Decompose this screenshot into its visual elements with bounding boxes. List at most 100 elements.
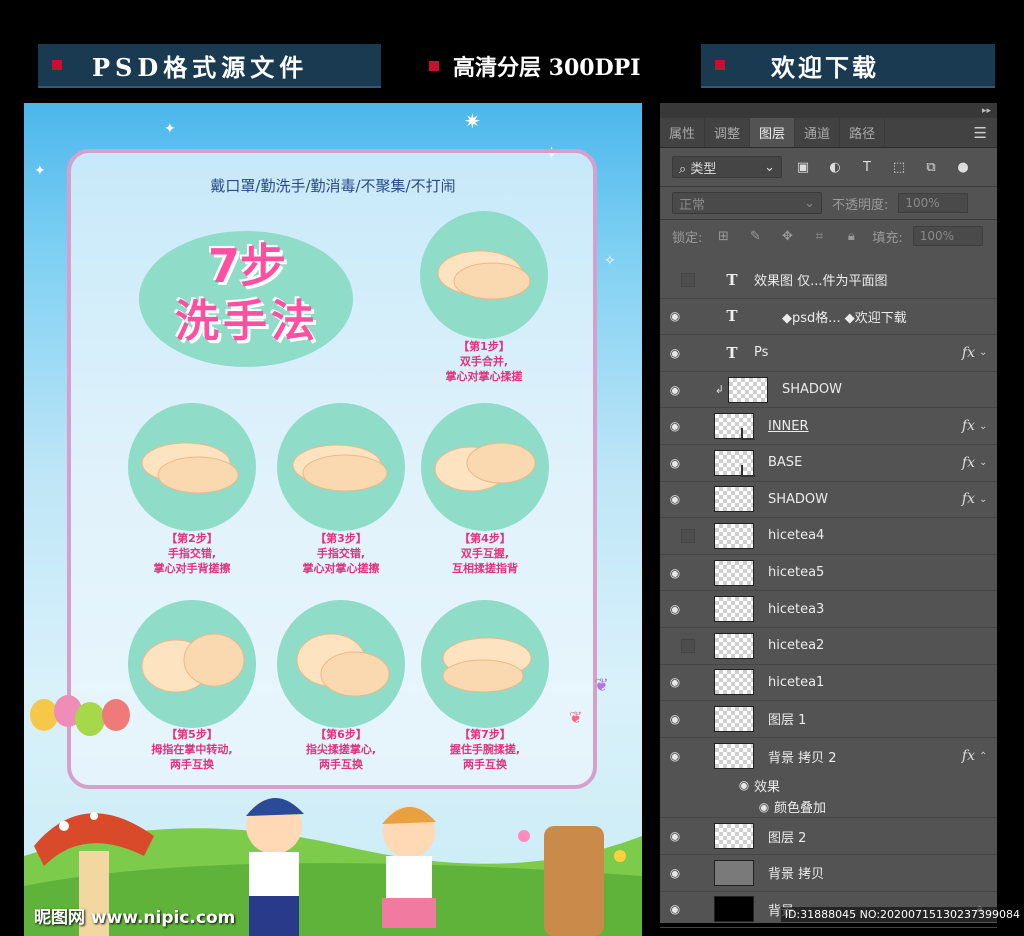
- opacity-input[interactable]: 100%: [898, 193, 969, 213]
- poster-title: 7步 洗手法: [142, 238, 352, 350]
- filter-type-select[interactable]: ⌕ 类型 ⌄: [672, 156, 782, 178]
- layer-row[interactable]: ◉ hicetea2: [660, 628, 997, 665]
- layer-row[interactable]: ◉ ↲ SHADOW: [660, 372, 997, 409]
- lock-all-icon[interactable]: 🔒︎: [840, 229, 862, 244]
- step-6-caption: 【第6步】 指尖揉搓掌心, 两手互换: [305, 728, 377, 771]
- chevron-down-icon: ⌄: [764, 159, 775, 175]
- eye-icon[interactable]: ◉: [734, 778, 754, 792]
- banner-middle-text: 高清分层 300DPI: [453, 55, 641, 81]
- effects-row[interactable]: ◉ 效果: [660, 774, 997, 796]
- text-filter-icon[interactable]: T: [856, 160, 878, 175]
- eye-icon[interactable]: ◉: [660, 602, 690, 616]
- smart-object-filter-icon[interactable]: ⧉: [920, 160, 942, 175]
- panel-tabs: 属性 调整 图层 通道 路径 ☰: [660, 118, 997, 148]
- layer-row[interactable]: ◉ INNER fx ⌄: [660, 408, 997, 445]
- panel-collapse-bar[interactable]: ▸▸: [660, 103, 997, 118]
- layer-row[interactable]: ◉ 图层 1: [660, 701, 997, 738]
- layer-row[interactable]: ◉ hicetea5: [660, 555, 997, 592]
- eye-icon[interactable]: ◉: [660, 309, 690, 323]
- step-7-illustration: [421, 600, 549, 728]
- shape-filter-icon[interactable]: ⬚: [888, 160, 910, 175]
- filter-toggle-icon[interactable]: ●: [952, 160, 974, 175]
- chevron-down-icon[interactable]: ⌄: [979, 421, 997, 432]
- fx-icon[interactable]: fx: [962, 345, 975, 361]
- lock-move-icon[interactable]: ✥: [776, 229, 798, 244]
- layer-row[interactable]: ◉ hicetea3: [660, 591, 997, 628]
- tab-layers[interactable]: 图层: [750, 118, 796, 147]
- eye-icon[interactable]: ◉: [660, 492, 690, 506]
- layer-thumbnail: [714, 486, 754, 513]
- eye-icon[interactable]: ◉: [660, 456, 690, 470]
- text-layer-icon: T: [726, 343, 738, 362]
- red-square-icon: [52, 60, 62, 70]
- layer-row[interactable]: ◉ 背景 拷贝 2 fx ⌃: [660, 738, 997, 775]
- fx-icon[interactable]: fx: [962, 455, 975, 471]
- chevron-down-icon[interactable]: ⌄: [979, 457, 997, 468]
- chevron-down-icon[interactable]: ⌄: [979, 347, 997, 358]
- layer-row[interactable]: ◉ 图层 2: [660, 818, 997, 855]
- banner-left-text: PSD格式源文件: [92, 52, 309, 82]
- fill-label: 填充:: [872, 230, 903, 246]
- color-overlay-row[interactable]: ◉ 颜色叠加: [660, 796, 997, 819]
- eye-icon[interactable]: ◉: [660, 829, 690, 843]
- step-4-caption: 【第4步】 双手互握, 互相揉搓指背: [452, 532, 518, 575]
- layer-row[interactable]: ◉ T Ps fx ⌄: [660, 335, 997, 372]
- collapse-icon[interactable]: ▸▸: [982, 106, 991, 116]
- red-square-icon: [715, 60, 725, 70]
- fx-icon[interactable]: fx: [962, 418, 975, 434]
- layer-row[interactable]: ◉ 背景 拷贝: [660, 855, 997, 892]
- lock-transparent-icon[interactable]: ⊞: [712, 229, 734, 244]
- title-line-1: 7步: [207, 239, 286, 293]
- lock-artboard-icon[interactable]: ⌗: [808, 229, 830, 244]
- eye-icon[interactable]: ◉: [660, 712, 690, 726]
- image-filter-icon[interactable]: ▣: [792, 160, 814, 175]
- adjustment-filter-icon[interactable]: ◐: [824, 160, 846, 175]
- chevron-up-icon[interactable]: ⌃: [979, 751, 997, 762]
- tab-properties[interactable]: 属性: [660, 118, 706, 147]
- poster-preview: ✦ ✷ ✦ ✧ ✦ 戴口罩/勤洗手/勤消毒/不聚集/不打闹 7步 洗手法 【第1…: [24, 103, 642, 936]
- eye-icon[interactable]: ◉: [660, 383, 690, 397]
- layer-row[interactable]: ◉ hicetea1: [660, 665, 997, 702]
- chevron-down-icon[interactable]: ⌄: [979, 494, 997, 505]
- tab-adjustments[interactable]: 调整: [705, 118, 751, 147]
- layer-mask-icon: [741, 464, 755, 477]
- step-7-caption: 【第7步】 握住手腕揉搓, 两手互换: [449, 728, 521, 771]
- fx-icon[interactable]: fx: [962, 491, 975, 507]
- sparkle-icon: ✧: [604, 253, 616, 269]
- banner-right-text: 欢迎下载: [771, 52, 879, 82]
- fill-input[interactable]: 100%: [912, 226, 983, 246]
- step-2-caption: 【第2步】 手指交错, 掌心对手背搓擦: [153, 532, 231, 575]
- eye-icon[interactable]: ◉: [660, 566, 690, 580]
- sparkle-icon: ✦: [164, 121, 176, 137]
- eye-icon[interactable]: ◉: [660, 749, 690, 763]
- eye-icon[interactable]: ◉: [754, 800, 774, 814]
- fx-icon[interactable]: fx: [962, 748, 975, 764]
- eye-icon[interactable]: ◉: [660, 419, 690, 433]
- step-1-caption: 【第1步】 双手合并, 掌心对掌心揉搓: [445, 340, 523, 383]
- layer-thumbnail: [714, 596, 754, 623]
- eye-icon[interactable]: ◉: [660, 675, 690, 689]
- text-layer-icon: T: [726, 270, 738, 289]
- layer-row[interactable]: ◉ BASE fx ⌄: [660, 445, 997, 482]
- lock-paint-icon[interactable]: ✎: [744, 229, 766, 244]
- layers-panel: ▸▸ 属性 调整 图层 通道 路径 ☰ ⌕ 类型 ⌄ ▣ ◐ T ⬚ ⧉ ● 正…: [660, 103, 997, 929]
- eye-icon[interactable]: ◉: [660, 346, 690, 360]
- layer-thumbnail: [714, 896, 754, 923]
- eye-icon[interactable]: ◉: [660, 866, 690, 880]
- blend-mode-select[interactable]: 正常 ⌄: [672, 192, 822, 214]
- filter-row: ⌕ 类型 ⌄ ▣ ◐ T ⬚ ⧉ ●: [660, 148, 997, 186]
- layer-row[interactable]: ◉ T 效果图 仅...件为平面图: [660, 262, 997, 299]
- layer-thumbnail: [714, 705, 754, 732]
- tab-channels[interactable]: 通道: [795, 118, 841, 147]
- blend-row: 正常 ⌄ 不透明度: 100%: [660, 187, 997, 219]
- eye-icon[interactable]: ◉: [660, 902, 690, 916]
- step-1-illustration: [420, 211, 548, 339]
- layer-row[interactable]: ◉ T ◆psd格... ◆欢迎下载: [660, 299, 997, 336]
- layer-thumbnail: [714, 559, 754, 586]
- tab-paths[interactable]: 路径: [840, 118, 886, 147]
- layer-row[interactable]: ◉ hicetea4: [660, 518, 997, 555]
- layer-thumbnail: [714, 859, 754, 886]
- layer-row[interactable]: ◉ SHADOW fx ⌄: [660, 482, 997, 519]
- panel-menu-icon[interactable]: ☰: [964, 118, 997, 147]
- balloons-illustration: [30, 695, 130, 736]
